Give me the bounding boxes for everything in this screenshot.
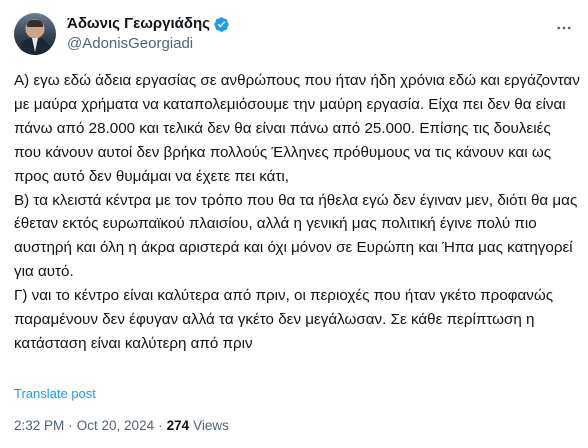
- meta-separator: ·: [68, 418, 73, 433]
- tweet-date[interactable]: Oct 20, 2024: [77, 418, 154, 433]
- tweet-text: Α) εγω εδώ άδεια εργασίας σε ανθρώπους π…: [14, 69, 580, 356]
- tweet-paragraph-b: Β) τα κλειστά κέντρα με τον τρόπο που θα…: [14, 191, 578, 281]
- avatar-hair: [27, 20, 43, 27]
- author-names: Άδωνις Γεωργιάδης @AdonisGeorgiadi: [67, 14, 230, 54]
- tweet-paragraph-c: Γ) ναι το κέντρο είναι καλύτερα από πριν…: [14, 287, 554, 352]
- tweet-header: Άδωνις Γεωργιάδης @AdonisGeorgiadi: [14, 10, 230, 58]
- verified-badge-icon[interactable]: [213, 16, 230, 33]
- tweet-card: Άδωνις Γεωργιάδης @AdonisGeorgiadi Α) εγ…: [0, 0, 588, 448]
- author-name-row: Άδωνις Γεωργιάδης: [67, 14, 230, 34]
- tweet-paragraph-a: Α) εγω εδώ άδεια εργασίας σε ανθρώπους π…: [14, 72, 580, 185]
- author-handle[interactable]: @AdonisGeorgiadi: [67, 34, 230, 54]
- author-display-name[interactable]: Άδωνις Γεωργιάδης: [67, 14, 210, 34]
- views-label: Views: [193, 418, 229, 433]
- tweet-metadata: 2:32 PM · Oct 20, 2024 · 274 Views: [14, 418, 229, 433]
- views-count: 274: [166, 418, 190, 433]
- translate-post-link[interactable]: Translate post: [14, 386, 96, 401]
- meta-separator: ·: [158, 418, 163, 433]
- more-options-icon[interactable]: [554, 18, 574, 38]
- tweet-time[interactable]: 2:32 PM: [14, 418, 64, 433]
- author-avatar[interactable]: [14, 13, 56, 55]
